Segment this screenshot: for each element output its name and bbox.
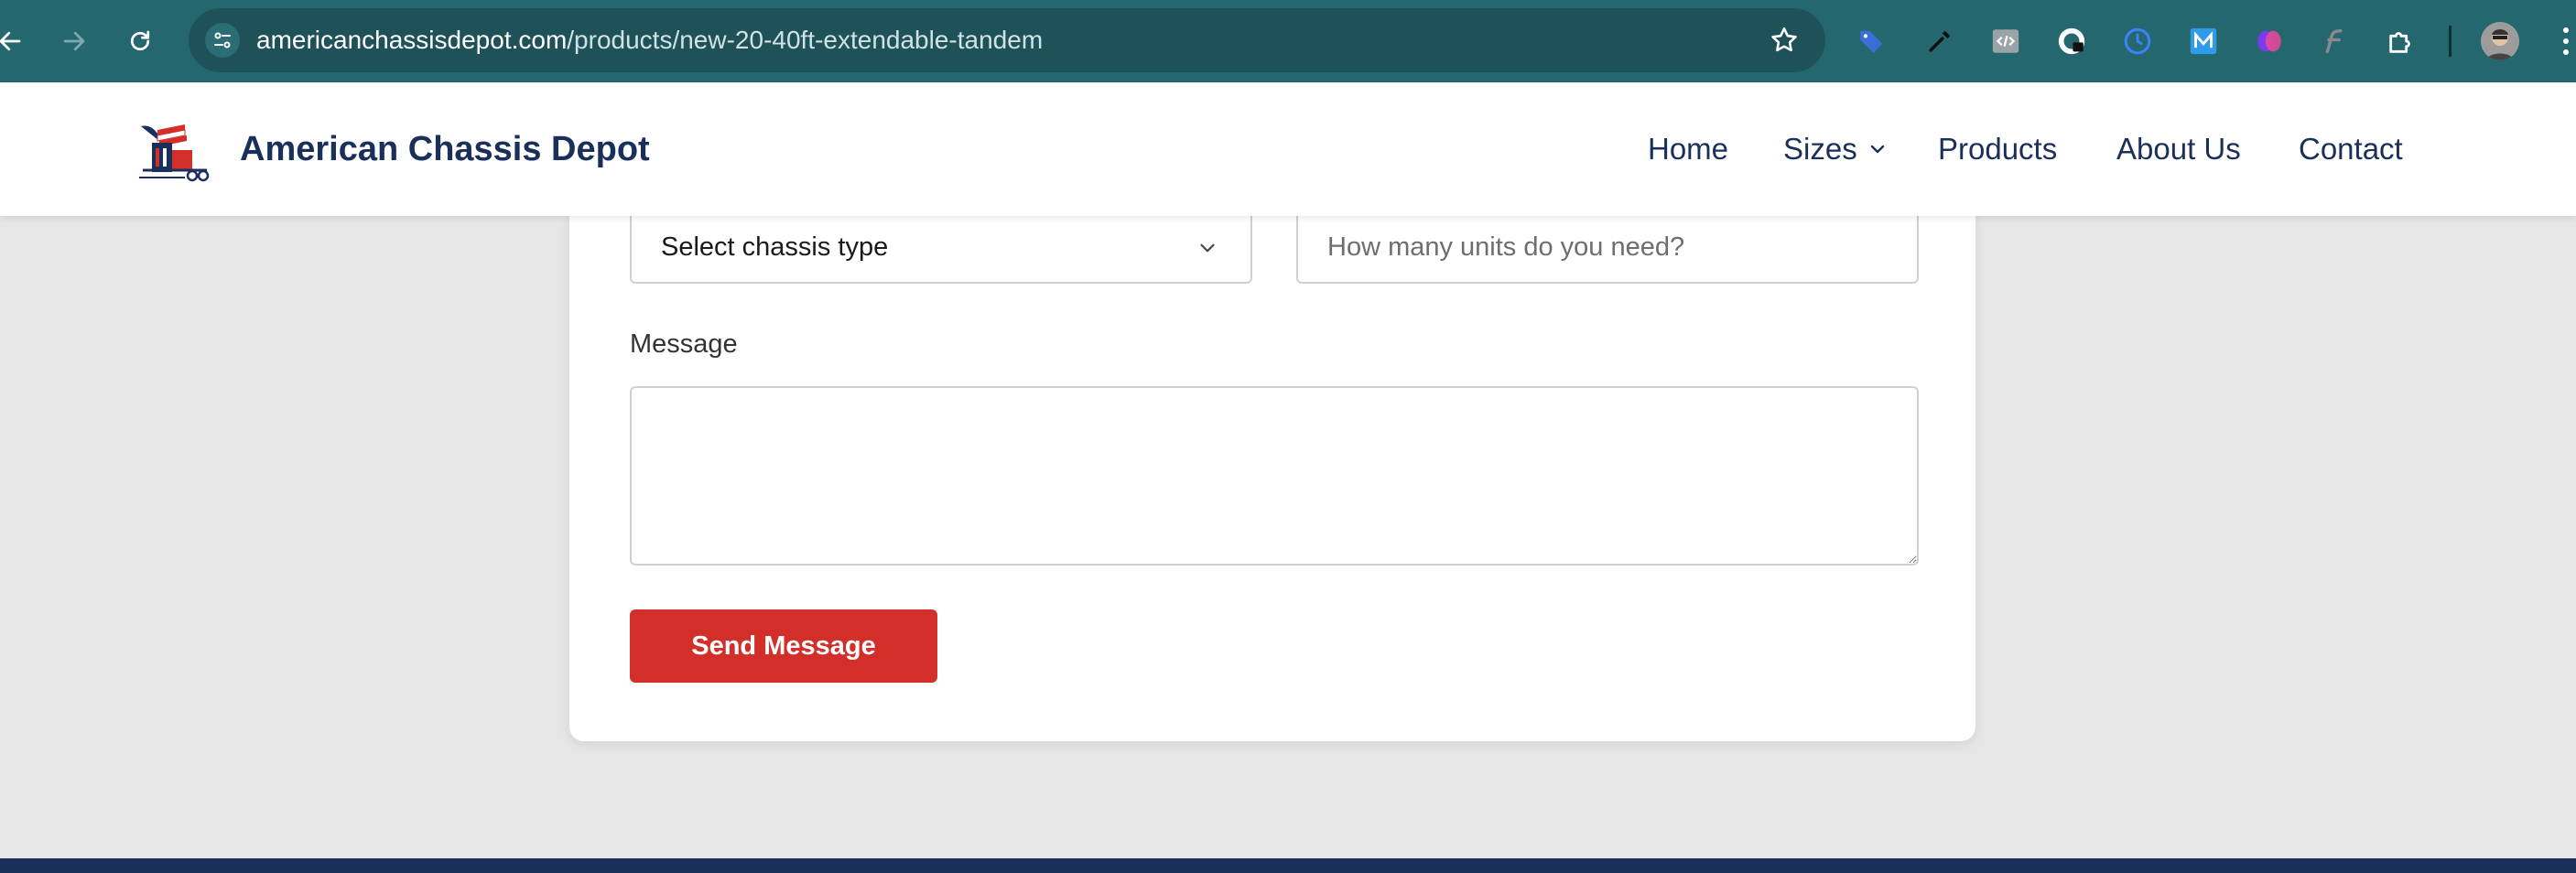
browser-toolbar: americanchassisdepot.com/products/new-20… bbox=[0, 0, 2576, 82]
puzzle-icon[interactable] bbox=[2384, 24, 2419, 59]
back-button[interactable] bbox=[0, 18, 33, 64]
toolbar-divider bbox=[2449, 26, 2452, 57]
site-footer bbox=[0, 858, 2576, 873]
bookmark-star-icon[interactable] bbox=[1769, 25, 1800, 56]
message-label: Message bbox=[630, 329, 738, 359]
chevron-down-icon bbox=[1870, 146, 1884, 154]
url-path: /products/new-20-40ft-extendable-tandem bbox=[567, 26, 1044, 54]
browser-menu-icon[interactable] bbox=[2556, 20, 2576, 62]
lock-extension-icon[interactable] bbox=[2054, 24, 2089, 59]
contact-form-card: Select chassis type Message Send Message bbox=[569, 174, 1975, 741]
chevron-down-icon bbox=[1200, 243, 1215, 253]
f-icon[interactable] bbox=[2318, 24, 2353, 59]
arrow-left-icon bbox=[0, 31, 21, 51]
nav-sizes[interactable]: Sizes bbox=[1783, 82, 1889, 216]
nav-about[interactable]: About Us bbox=[2116, 82, 2241, 216]
eyedropper-icon[interactable] bbox=[1922, 24, 1957, 59]
profile-avatar[interactable] bbox=[2481, 22, 2519, 60]
send-message-button[interactable]: Send Message bbox=[630, 609, 937, 683]
address-bar[interactable]: americanchassisdepot.com/products/new-20… bbox=[189, 8, 1825, 72]
brain-icon[interactable] bbox=[2252, 24, 2287, 59]
reload-button[interactable] bbox=[117, 18, 163, 64]
reload-icon bbox=[130, 30, 150, 51]
nav-sizes-label: Sizes bbox=[1783, 132, 1857, 166]
forward-button[interactable] bbox=[51, 18, 97, 64]
brand-name[interactable]: American Chassis Depot bbox=[240, 82, 650, 216]
m-icon[interactable] bbox=[2186, 24, 2221, 59]
nav-contact[interactable]: Contact bbox=[2299, 82, 2403, 216]
tag-icon[interactable] bbox=[1855, 24, 1889, 59]
url-text[interactable]: americanchassisdepot.com/products/new-20… bbox=[256, 8, 1043, 72]
quantity-input[interactable] bbox=[1296, 210, 1919, 284]
site-header: American Chassis Depot Home Sizes Produc… bbox=[0, 82, 2576, 216]
nav-home[interactable]: Home bbox=[1648, 82, 1728, 216]
site-settings-icon[interactable] bbox=[205, 23, 240, 58]
chassis-type-select[interactable]: Select chassis type bbox=[630, 210, 1252, 284]
nav-products[interactable]: Products bbox=[1938, 82, 2057, 216]
chassis-type-value: Select chassis type bbox=[661, 232, 889, 262]
company-logo[interactable] bbox=[135, 117, 214, 185]
clock-icon[interactable] bbox=[2120, 24, 2155, 59]
code-icon[interactable] bbox=[1988, 24, 2023, 59]
message-textarea[interactable] bbox=[630, 386, 1919, 566]
arrow-right-icon bbox=[63, 31, 85, 51]
url-host: americanchassisdepot.com bbox=[256, 26, 568, 54]
